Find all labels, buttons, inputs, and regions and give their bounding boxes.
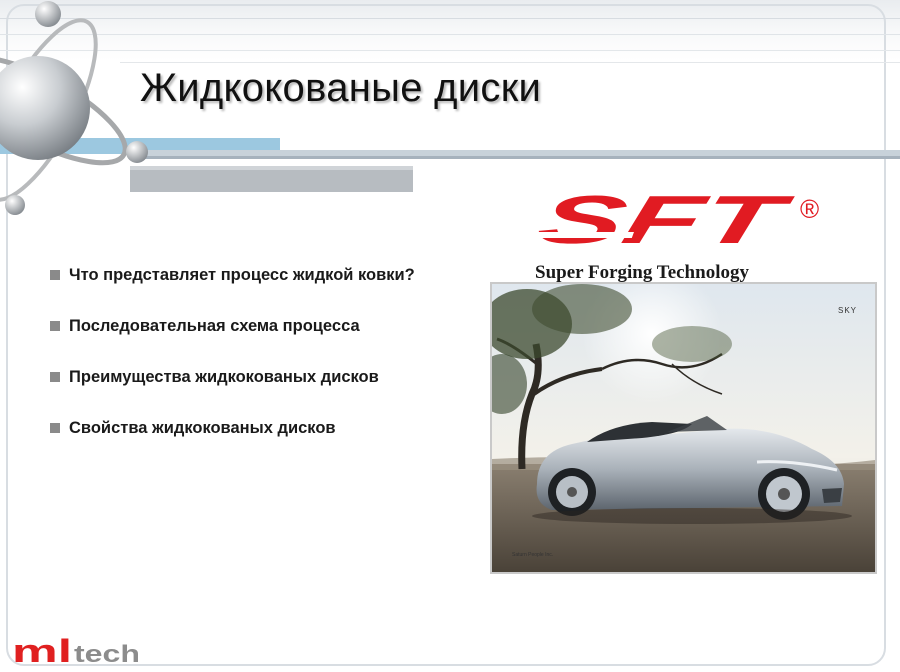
sft-subtitle: Super Forging Technology	[535, 262, 749, 283]
slide: Жидкокованые диски Что представляет проц…	[0, 0, 900, 672]
bullet-item: Что представляет процесс жидкой ковки?	[50, 264, 415, 286]
bullet-text: Последовательная схема процесса	[69, 316, 360, 335]
bullet-text: Что представляет процесс жидкой ковки?	[69, 265, 415, 284]
bullet-item: Последовательная схема процесса	[50, 315, 415, 337]
photo-brand-label: SKY	[837, 306, 857, 315]
bullet-text: Свойства жидкокованых дисков	[69, 418, 336, 437]
bullet-item: Преимущества жидкокованых дисков	[50, 366, 415, 388]
mltech-ml: ml	[12, 634, 72, 666]
slide-title: Жидкокованые диски	[140, 66, 542, 110]
mltech-logo: ml tech	[12, 634, 140, 666]
bullet-item: Свойства жидкокованых дисков	[50, 417, 415, 439]
mltech-tech: tech	[74, 641, 140, 666]
sft-logo: SFT ®	[530, 188, 819, 258]
bullet-square-icon	[50, 270, 60, 280]
registered-mark: ®	[800, 194, 819, 224]
car-photo: SKY Saturn People Inc.	[490, 282, 877, 574]
bullet-list: Что представляет процесс жидкой ковки? П…	[50, 264, 415, 468]
bullet-square-icon	[50, 372, 60, 382]
bullet-text: Преимущества жидкокованых дисков	[69, 367, 379, 386]
photo-caption: Saturn People Inc.	[512, 552, 554, 558]
car-illustration	[492, 284, 875, 572]
bullet-square-icon	[50, 423, 60, 433]
bullet-square-icon	[50, 321, 60, 331]
atom-icon	[0, 1, 148, 215]
sft-mark: SFT	[531, 188, 801, 258]
